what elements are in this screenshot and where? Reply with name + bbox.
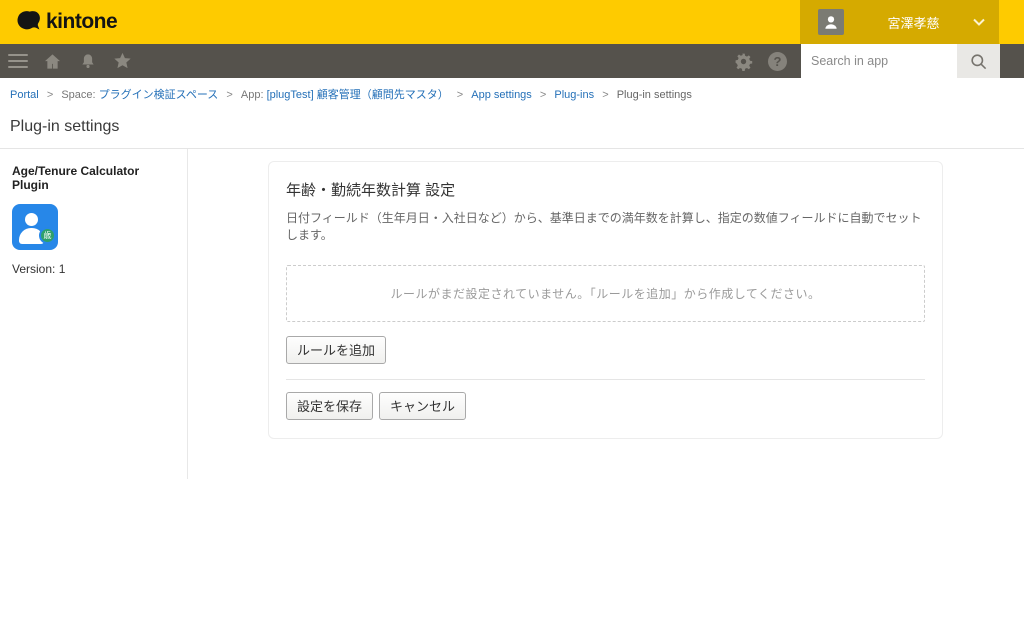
footer-buttons: 設定を保存 キャンセル <box>286 392 925 420</box>
home-icon[interactable] <box>42 51 63 72</box>
nav-left-group <box>0 51 133 72</box>
content-area: Age/Tenure Calculator Plugin 歳 Version: … <box>0 149 1024 479</box>
help-icon[interactable]: ? <box>768 52 787 71</box>
top-bar: kintone 宮澤孝慈 <box>0 0 1024 44</box>
breadcrumb: Portal > Space: プラグイン検証スペース > App: [plug… <box>0 78 1024 108</box>
breadcrumb-link-space[interactable]: プラグイン検証スペース <box>99 89 219 101</box>
search-icon <box>969 52 988 71</box>
panel-divider <box>286 379 925 380</box>
page-title: Plug-in settings <box>0 108 1024 149</box>
cybozu-mark-icon <box>16 10 42 34</box>
chevron-down-icon <box>973 18 985 26</box>
breadcrumb-link-portal[interactable]: Portal <box>10 89 39 101</box>
breadcrumb-link-plugins[interactable]: Plug-ins <box>554 89 594 101</box>
plugin-version: Version: 1 <box>12 262 175 276</box>
breadcrumb-separator: > <box>47 89 53 101</box>
settings-panel: 年齢・勤続年数計算 設定 日付フィールド（生年月日・入社日など）から、基準日まで… <box>268 161 943 439</box>
breadcrumb-separator: > <box>457 89 463 101</box>
search-input[interactable] <box>801 44 957 78</box>
user-name: 宮澤孝慈 <box>858 13 969 32</box>
user-menu[interactable]: 宮澤孝慈 <box>800 0 999 44</box>
nav-bar: ? <box>0 44 1024 78</box>
breadcrumb-link-app[interactable]: [plugTest] 顧客管理（顧問先マスタ） <box>267 89 449 101</box>
breadcrumb-separator: > <box>226 89 232 101</box>
breadcrumb-current: Plug-in settings <box>617 89 692 101</box>
favorites-star-icon[interactable] <box>112 51 133 72</box>
plugin-badge-icon: 歳 <box>39 227 56 244</box>
plugin-sidebar: Age/Tenure Calculator Plugin 歳 Version: … <box>0 149 188 479</box>
breadcrumb-separator: > <box>602 89 608 101</box>
plugin-icon: 歳 <box>12 204 58 250</box>
settings-gear-icon[interactable] <box>733 51 754 72</box>
hamburger-menu-icon[interactable] <box>8 54 28 69</box>
settings-heading: 年齢・勤続年数計算 設定 <box>286 179 925 200</box>
cancel-button[interactable]: キャンセル <box>379 392 466 420</box>
settings-description: 日付フィールド（生年月日・入社日など）から、基準日までの満年数を計算し、指定の数… <box>286 209 925 243</box>
nav-right-group: ? <box>733 44 1000 78</box>
breadcrumb-link-app-settings[interactable]: App settings <box>471 89 532 101</box>
empty-rules-message: ルールがまだ設定されていません。「ルールを追加」から作成してください。 <box>286 265 925 322</box>
notification-bell-icon[interactable] <box>77 51 98 72</box>
search-button[interactable] <box>957 44 1000 78</box>
kintone-logo-text: kintone <box>46 10 117 34</box>
save-settings-button[interactable]: 設定を保存 <box>286 392 373 420</box>
breadcrumb-app-prefix: App: <box>241 89 267 101</box>
breadcrumb-separator: > <box>540 89 546 101</box>
settings-main: 年齢・勤続年数計算 設定 日付フィールド（生年月日・入社日など）から、基準日まで… <box>188 149 943 479</box>
add-rule-button[interactable]: ルールを追加 <box>286 336 386 364</box>
plugin-name: Age/Tenure Calculator Plugin <box>12 164 175 192</box>
kintone-logo[interactable]: kintone <box>0 10 117 34</box>
user-avatar <box>818 9 844 35</box>
app-search <box>801 44 1000 78</box>
breadcrumb-space-prefix: Space: <box>61 89 98 101</box>
